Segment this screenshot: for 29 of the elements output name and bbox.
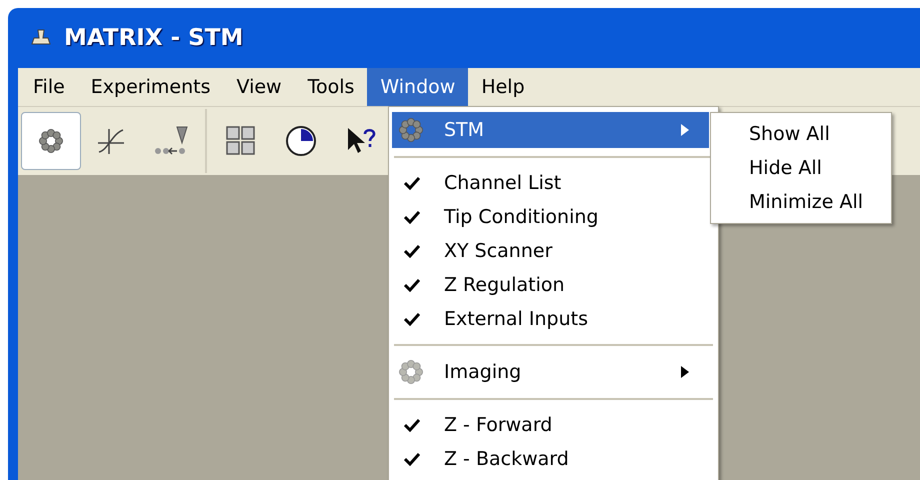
menu-item[interactable]: Tools	[294, 68, 368, 106]
atom-ring-icon	[398, 117, 424, 143]
menu-item[interactable]: View	[223, 68, 295, 106]
menu-check-item[interactable]: Z Regulation	[392, 268, 709, 302]
grid-images-icon	[226, 126, 256, 156]
submenu-option[interactable]: Show All	[711, 117, 891, 151]
submenu-option[interactable]: Minimize All	[711, 185, 891, 219]
curve-icon	[96, 126, 126, 156]
menu-check-item[interactable]: Tip Conditioning	[392, 200, 709, 234]
toolbar-button[interactable]	[21, 112, 81, 170]
submenu-option[interactable]: Hide All	[711, 151, 891, 185]
submenu-arrow-icon	[681, 124, 689, 136]
atom-ring-icon	[398, 359, 424, 385]
submenu-item[interactable]: STM	[392, 112, 709, 148]
menu-item[interactable]: Help	[468, 68, 538, 106]
menu-check-item[interactable]: Z - Backward	[392, 442, 709, 476]
menu-check-item[interactable]: External Inputs	[392, 302, 709, 336]
menu-check-item[interactable]: XY Scanner	[392, 234, 709, 268]
menu-item[interactable]: Experiments	[78, 68, 224, 106]
menu-check-item[interactable]: Channel List	[392, 166, 709, 200]
menu-item[interactable]: File	[20, 68, 78, 106]
menu-item[interactable]: Window	[367, 68, 468, 106]
menu-check-item[interactable]: Z - Forward	[392, 408, 709, 442]
atom-ring-icon	[38, 128, 64, 154]
tip-approach-icon	[153, 125, 189, 157]
submenu-item[interactable]: Imaging	[392, 354, 709, 390]
window-title: MATRIX - STM	[64, 24, 244, 53]
submenu-arrow-icon	[681, 366, 689, 378]
clock-icon	[285, 125, 317, 157]
